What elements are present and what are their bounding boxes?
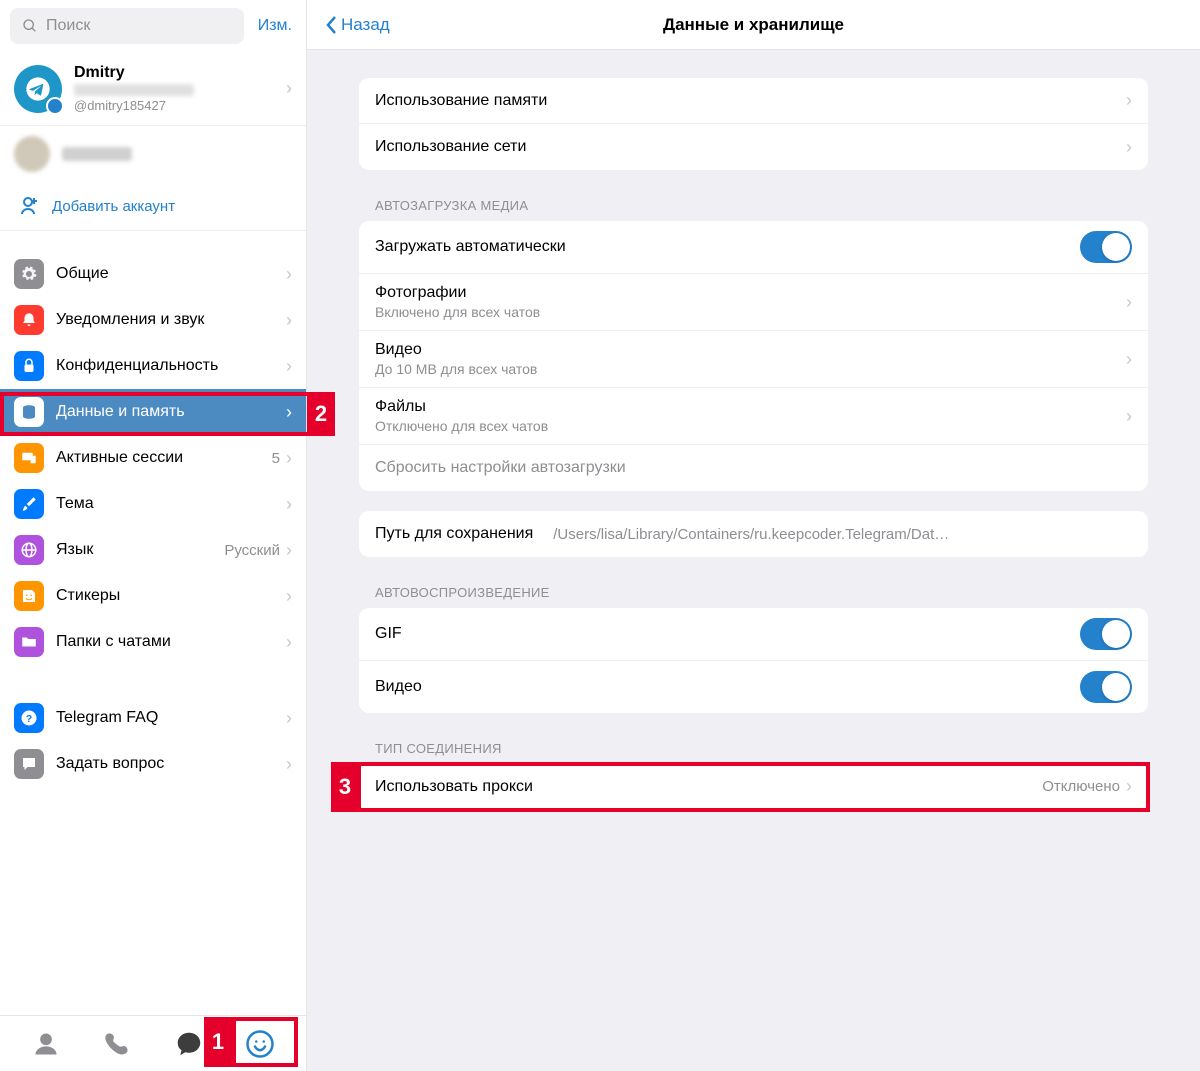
chevron-left-icon	[325, 15, 337, 35]
chat-icon	[14, 749, 44, 779]
menu-notifications[interactable]: Уведомления и звук ›	[0, 297, 306, 343]
search-placeholder: Поиск	[46, 17, 90, 35]
second-account-row[interactable]	[0, 126, 306, 182]
chevron-right-icon: ›	[1126, 292, 1132, 313]
account-name-blurred	[62, 147, 132, 161]
avatar	[14, 65, 62, 113]
chevron-right-icon: ›	[286, 78, 292, 99]
toggle-autoplay-gif[interactable]	[1080, 618, 1132, 650]
annotation-box-2	[0, 392, 335, 436]
chevron-right-icon: ›	[286, 708, 292, 729]
chevron-right-icon: ›	[1126, 406, 1132, 427]
svg-text:?: ?	[26, 713, 32, 725]
chevron-right-icon: ›	[1126, 90, 1132, 111]
row-memory-usage[interactable]: Использование памяти ›	[359, 78, 1148, 124]
save-path-value: /Users/lisa/Library/Containers/ru.keepco…	[553, 526, 953, 543]
settings-menu: Общие › Уведомления и звук › Конфиденциа…	[0, 251, 306, 1015]
sessions-count: 5	[272, 450, 280, 467]
section-autoplay: АВТОВОСПРОИЗВЕДЕНИЕ	[359, 577, 1148, 608]
main-header: Назад Данные и хранилище	[307, 0, 1200, 50]
tab-contacts[interactable]	[22, 1024, 70, 1064]
section-connection: ТИП СОЕДИНЕНИЯ	[359, 733, 1148, 764]
menu-ask[interactable]: Задать вопрос ›	[0, 741, 306, 787]
row-video[interactable]: Видео До 10 MB для всех чатов ›	[359, 331, 1148, 388]
row-save-path[interactable]: Путь для сохранения /Users/lisa/Library/…	[359, 511, 1148, 557]
add-person-icon	[14, 192, 42, 220]
globe-icon	[14, 535, 44, 565]
menu-privacy[interactable]: Конфиденциальность ›	[0, 343, 306, 389]
section-autodownload: АВТОЗАГРУЗКА МЕДИА	[359, 190, 1148, 221]
sidebar: Поиск Изм. Dmitry @dmitry185427 › Добави…	[0, 0, 307, 1071]
verified-badge-icon	[46, 97, 64, 115]
chevron-right-icon: ›	[286, 632, 292, 653]
language-value: Русский	[224, 542, 280, 559]
folder-icon	[14, 627, 44, 657]
annotation-tag-1: 1	[204, 1017, 232, 1067]
annotation-box-1	[232, 1017, 298, 1067]
add-account-button[interactable]: Добавить аккаунт	[0, 182, 306, 231]
menu-language[interactable]: Язык Русский ›	[0, 527, 306, 573]
brush-icon	[14, 489, 44, 519]
row-files[interactable]: Файлы Отключено для всех чатов ›	[359, 388, 1148, 445]
toggle-autoplay-video[interactable]	[1080, 671, 1132, 703]
toggle-auto-download[interactable]	[1080, 231, 1132, 263]
chevron-right-icon: ›	[286, 494, 292, 515]
profile-username: @dmitry185427	[74, 98, 286, 113]
chevron-right-icon: ›	[286, 356, 292, 377]
menu-general[interactable]: Общие ›	[0, 251, 306, 297]
back-label: Назад	[341, 15, 390, 35]
telegram-logo-icon	[24, 75, 52, 103]
page-title: Данные и хранилище	[663, 15, 844, 35]
menu-sessions[interactable]: Активные сессии 5 ›	[0, 435, 306, 481]
savepath-group: Путь для сохранения /Users/lisa/Library/…	[359, 511, 1148, 557]
profile-phone-blurred	[74, 84, 194, 96]
bell-icon	[14, 305, 44, 335]
annotation-tag-2: 2	[307, 392, 335, 436]
chevron-right-icon: ›	[286, 310, 292, 331]
lock-icon	[14, 351, 44, 381]
question-icon: ?	[14, 703, 44, 733]
menu-faq[interactable]: ? Telegram FAQ ›	[0, 695, 306, 741]
main-panel: Назад Данные и хранилище Использование п…	[307, 0, 1200, 1071]
autoplay-group: GIF Видео	[359, 608, 1148, 713]
row-autoplay-video[interactable]: Видео	[359, 661, 1148, 713]
chevron-right-icon: ›	[286, 540, 292, 561]
menu-folders[interactable]: Папки с чатами ›	[0, 619, 306, 665]
edit-button[interactable]: Изм.	[254, 17, 296, 35]
annotation-box-3	[357, 762, 1150, 812]
row-photos[interactable]: Фотографии Включено для всех чатов ›	[359, 274, 1148, 331]
chevron-right-icon: ›	[1126, 349, 1132, 370]
chevron-right-icon: ›	[286, 448, 292, 469]
chevron-right-icon: ›	[286, 586, 292, 607]
menu-theme[interactable]: Тема ›	[0, 481, 306, 527]
menu-stickers[interactable]: Стикеры ›	[0, 573, 306, 619]
profile-name: Dmitry	[74, 64, 286, 82]
back-button[interactable]: Назад	[325, 15, 390, 35]
search-input[interactable]: Поиск	[10, 8, 244, 44]
profile-row[interactable]: Dmitry @dmitry185427 ›	[0, 52, 306, 126]
search-icon	[22, 18, 38, 34]
row-autoplay-gif[interactable]: GIF	[359, 608, 1148, 661]
chevron-right-icon: ›	[286, 264, 292, 285]
autodownload-group: Загружать автоматически Фотографии Включ…	[359, 221, 1148, 491]
row-reset-autodownload[interactable]: Сбросить настройки автозагрузки	[359, 445, 1148, 491]
account-avatar-blurred	[14, 136, 50, 172]
devices-icon	[14, 443, 44, 473]
add-account-label: Добавить аккаунт	[52, 198, 175, 215]
chevron-right-icon: ›	[1126, 137, 1132, 158]
row-auto-download[interactable]: Загружать автоматически	[359, 221, 1148, 274]
gear-icon	[14, 259, 44, 289]
annotation-tag-3: 3	[331, 762, 359, 812]
row-network-usage[interactable]: Использование сети ›	[359, 124, 1148, 170]
connection-group: Использовать прокси Отключено › 3	[359, 764, 1148, 810]
tab-calls[interactable]	[93, 1024, 141, 1064]
sticker-icon	[14, 581, 44, 611]
chevron-right-icon: ›	[286, 754, 292, 775]
storage-group: Использование памяти › Использование сет…	[359, 78, 1148, 170]
